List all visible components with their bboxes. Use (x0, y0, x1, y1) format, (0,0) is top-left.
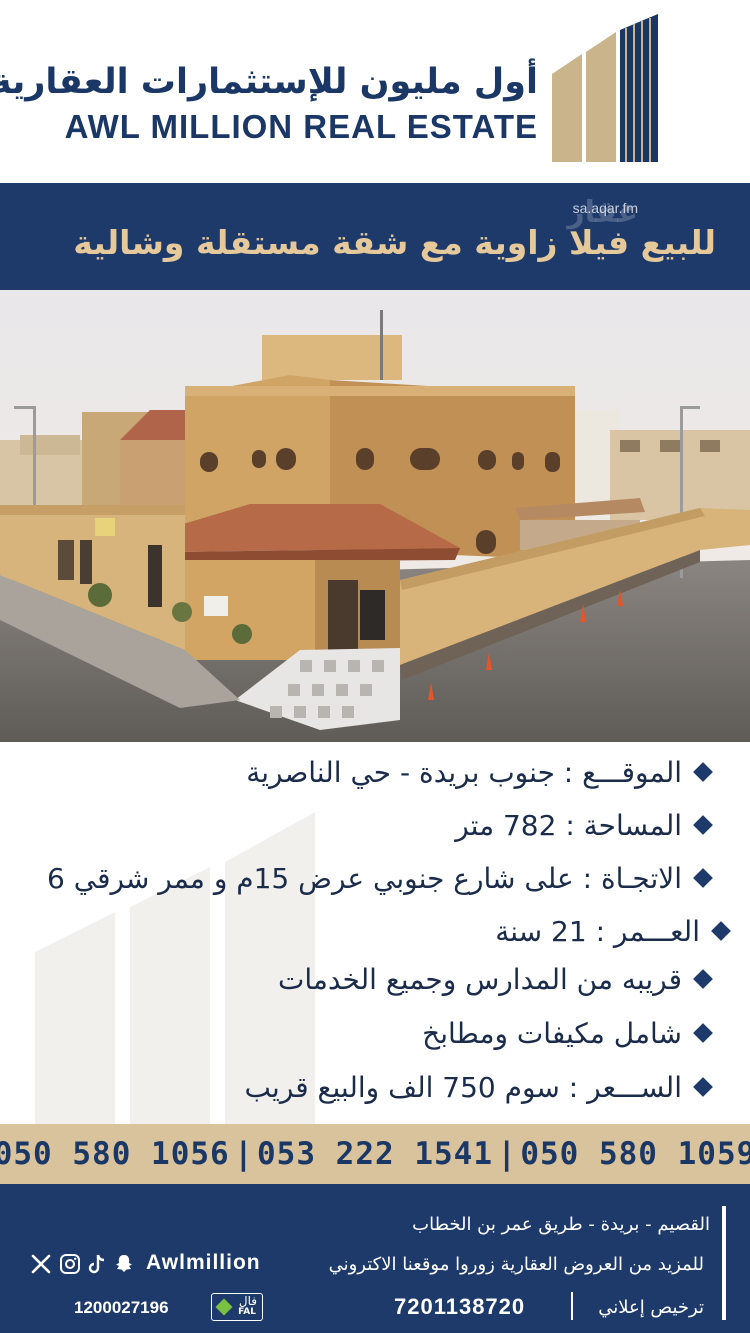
detail-text: الموقـــع : جنوب بريدة - حي الناصرية (246, 755, 682, 789)
brand-name-arabic: أول مليون للإستثمارات العقارية (0, 62, 538, 102)
phone-number[interactable]: 050 580 1056 (0, 1136, 230, 1172)
instagram-icon[interactable] (59, 1253, 81, 1275)
brand-name-english: AWL MILLION REAL ESTATE (64, 108, 538, 145)
detail-area: المساحة : 782 متر (455, 800, 713, 850)
diamond-bullet-icon (693, 1023, 713, 1043)
social-handle[interactable]: Awlmillion (146, 1251, 261, 1275)
footer: القصيم - بريدة - طريق عمر بن الخطاب للمز… (0, 1184, 750, 1333)
diamond-bullet-icon (693, 815, 713, 835)
listing-title: للبيع فيلا زاوية مع شقة مستقلة وشالية (73, 223, 716, 262)
aqar-watermark-url: sa.aqar.fm (572, 200, 638, 216)
detail-direction: الاتجـاة : على شارع جنوبي عرض 15م و ممر … (47, 853, 713, 903)
title-band: عقار sa.aqar.fm للبيع فيلا زاوية مع شقة … (0, 183, 750, 290)
fal-badge: فال FAL (211, 1293, 263, 1321)
fal-logo-icon (215, 1298, 233, 1316)
detail-proximity: قريبه من المدارس وجميع الخدمات (277, 954, 713, 1004)
detail-text: شامل مكيفات ومطابخ (422, 1016, 682, 1050)
fal-license-number: 1200027196 (74, 1298, 169, 1317)
ad-license-label: ترخيص إعلاني (598, 1297, 704, 1318)
detail-includes: شامل مكيفات ومطابخ (422, 1008, 713, 1058)
company-address: القصيم - بريدة - طريق عمر بن الخطاب (412, 1214, 710, 1235)
company-logo-icon (552, 14, 658, 162)
detail-price: الســـعر : سوم 750 الف والبيع قريب (244, 1062, 713, 1112)
diamond-bullet-icon (711, 921, 731, 941)
details-section: الموقـــع : جنوب بريدة - حي الناصرية الم… (0, 742, 750, 1124)
detail-text: العـــمر : 21 سنة (495, 914, 700, 948)
phone-numbers-band: 050 580 1056 | 053 222 1541 | 050 580 10… (0, 1124, 750, 1184)
detail-text: قريبه من المدارس وجميع الخدمات (277, 962, 682, 996)
phone-separator: | (237, 1136, 250, 1172)
footer-accent-bar (722, 1206, 726, 1320)
phone-number[interactable]: 050 580 1059 (520, 1136, 750, 1172)
tiktok-icon[interactable] (86, 1253, 108, 1275)
detail-age: العـــمر : 21 سنة (495, 906, 731, 956)
diamond-bullet-icon (693, 969, 713, 989)
header: أول مليون للإستثمارات العقارية AWL MILLI… (0, 0, 750, 183)
fal-label-en: FAL (238, 1307, 256, 1317)
detail-text: الســـعر : سوم 750 الف والبيع قريب (244, 1070, 682, 1104)
detail-text: الاتجـاة : على شارع جنوبي عرض 15م و ممر … (47, 861, 682, 895)
villa-photo (0, 290, 750, 742)
website-promo-text: للمزيد من العروض العقارية زوروا موقعنا ا… (328, 1254, 704, 1275)
snapchat-icon[interactable] (113, 1253, 135, 1275)
ad-license-number: 7201138720 (394, 1294, 526, 1319)
phone-separator: | (500, 1136, 513, 1172)
footer-divider (571, 1292, 573, 1320)
detail-location: الموقـــع : جنوب بريدة - حي الناصرية (246, 747, 713, 797)
x-icon[interactable] (30, 1253, 52, 1275)
fal-label-ar: فال (238, 1294, 257, 1308)
phone-number[interactable]: 053 222 1541 (257, 1136, 493, 1172)
diamond-bullet-icon (693, 868, 713, 888)
diamond-bullet-icon (693, 762, 713, 782)
detail-text: المساحة : 782 متر (455, 808, 682, 842)
diamond-bullet-icon (693, 1077, 713, 1097)
